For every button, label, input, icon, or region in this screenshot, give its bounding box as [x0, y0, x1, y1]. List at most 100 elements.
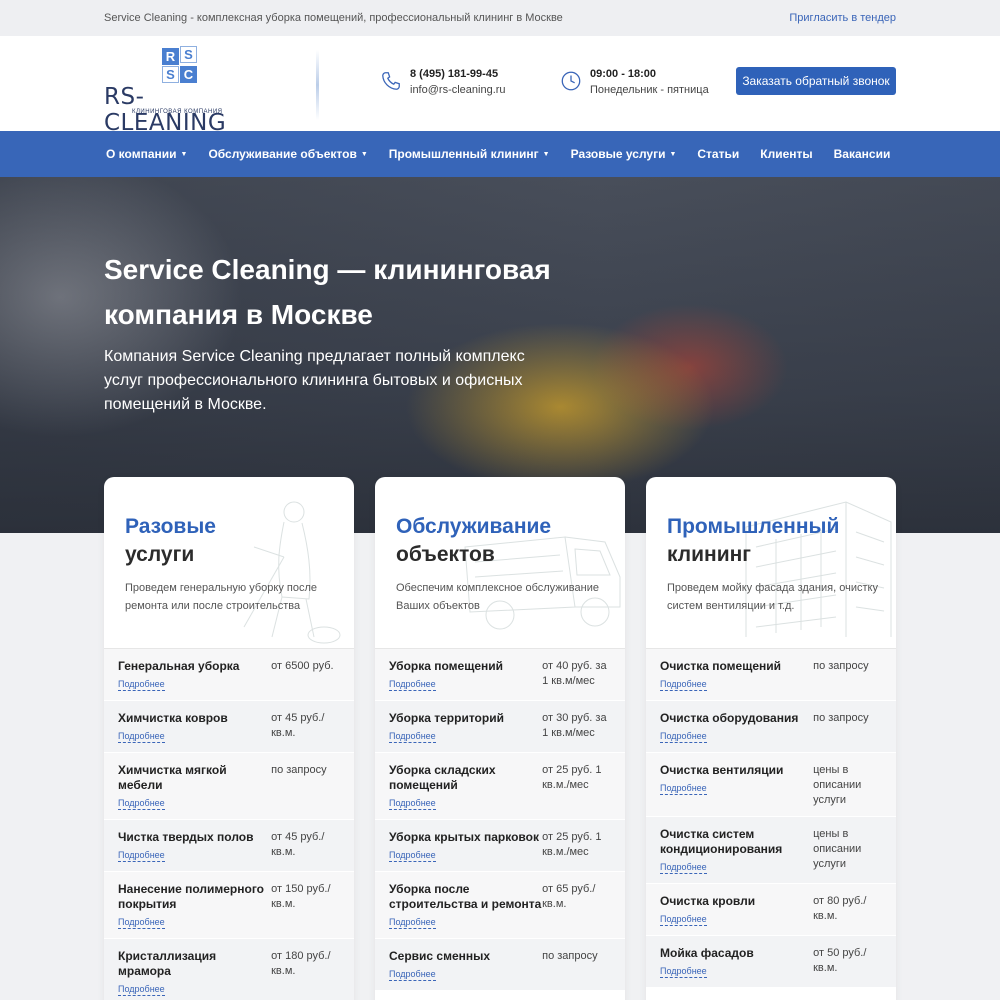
- service-name[interactable]: Очистка помещений: [660, 659, 813, 674]
- card-title[interactable]: Обслуживание объектов: [396, 513, 551, 569]
- nav-item-label: Клиенты: [760, 147, 813, 161]
- service-row: Очистка оборудования Подробнее по запросу: [646, 701, 896, 753]
- card-title[interactable]: Разовые услуги: [125, 513, 216, 569]
- nav-item[interactable]: О компании ▼: [106, 147, 187, 161]
- card-title-line2: клининг: [667, 543, 752, 566]
- email-link[interactable]: info@rs-cleaning.ru: [410, 84, 506, 96]
- more-link[interactable]: Подробнее: [660, 783, 707, 795]
- service-row: Сервис сменных Подробнее по запросу: [375, 939, 625, 991]
- card-title-line1: Разовые: [125, 515, 216, 538]
- card-header: Промышленный клининг Проведем мойку фасада…: [646, 477, 896, 649]
- more-link[interactable]: Подробнее: [389, 969, 436, 981]
- service-name[interactable]: Уборка складских помещений: [389, 763, 542, 793]
- service-name[interactable]: Уборка помещений: [389, 659, 542, 674]
- callback-button[interactable]: Заказать обратный звонок: [736, 67, 896, 95]
- service-card: Промышленный клининг Проведем мойку фасада…: [646, 477, 896, 1000]
- header-divider: [316, 50, 319, 120]
- service-name[interactable]: Уборка территорий: [389, 711, 542, 726]
- tender-link[interactable]: Пригласить в тендер: [789, 12, 896, 24]
- service-price: от 65 руб./кв.м.: [542, 883, 596, 910]
- service-name[interactable]: Чистка твердых полов: [118, 830, 271, 845]
- more-link[interactable]: Подробнее: [660, 679, 707, 691]
- service-name[interactable]: Сервис сменных: [389, 949, 542, 964]
- logo-subtitle: КЛИНИНГОВАЯ КОМПАНИЯ: [132, 109, 223, 115]
- phone-number[interactable]: 8 (495) 181-99-45: [410, 68, 506, 80]
- more-link[interactable]: Подробнее: [118, 798, 165, 810]
- working-hours: 09:00 - 18:00: [590, 68, 657, 80]
- more-link[interactable]: Подробнее: [389, 798, 436, 810]
- service-price: от 80 руб./кв.м.: [813, 895, 867, 922]
- service-price: от 30 руб. за 1 кв.м/мес: [542, 712, 607, 739]
- nav-item[interactable]: Клиенты: [760, 147, 812, 161]
- card-title[interactable]: Промышленный клининг: [667, 513, 839, 569]
- service-name[interactable]: Химчистка ковров: [118, 711, 271, 726]
- service-name[interactable]: Уборка крытых парковок: [389, 830, 542, 845]
- service-row: Генеральная уборка Подробнее от 6500 руб.: [104, 649, 354, 701]
- service-price: от 40 руб. за 1 кв.м/мес: [542, 660, 607, 687]
- service-price: от 25 руб. 1 кв.м./мес: [542, 831, 602, 858]
- service-name[interactable]: Очистка вентиляции: [660, 763, 813, 778]
- service-row: Уборка складских помещений Подробнее от 25…: [375, 753, 625, 820]
- nav-item[interactable]: Вакансии: [834, 147, 891, 161]
- nav-item[interactable]: Промышленный клининг ▼: [389, 147, 550, 161]
- more-link[interactable]: Подробнее: [118, 731, 165, 743]
- card-header: Разовые услуги Проведем генеральную уборку…: [104, 477, 354, 649]
- service-price: по запросу: [542, 950, 598, 962]
- service-row: Уборка после строительства и ремонта Подр…: [375, 872, 625, 939]
- service-row: Уборка территорий Подробнее от 30 руб. за …: [375, 701, 625, 753]
- service-price: по запросу: [813, 712, 869, 724]
- service-row: Уборка крытых парковок Подробнее от 25 руб…: [375, 820, 625, 872]
- more-link[interactable]: Подробнее: [660, 914, 707, 926]
- service-price: от 6500 руб.: [271, 660, 334, 672]
- service-name[interactable]: Очистка систем кондиционирования: [660, 827, 813, 857]
- service-name[interactable]: Уборка после строительства и ремонта: [389, 882, 542, 912]
- nav-item[interactable]: Статьи: [697, 147, 739, 161]
- card-title-line2: услуги: [125, 543, 195, 566]
- more-link[interactable]: Подробнее: [660, 966, 707, 978]
- service-row: Химчистка ковров Подробнее от 45 руб./кв.м…: [104, 701, 354, 753]
- card-title-line1: Обслуживание: [396, 515, 552, 538]
- more-link[interactable]: Подробнее: [389, 679, 436, 691]
- service-name[interactable]: Кристаллизация мрамора: [118, 949, 271, 979]
- service-row: Нанесение полимерного покрытия Подробнее о…: [104, 872, 354, 939]
- more-link[interactable]: Подробнее: [660, 731, 707, 743]
- nav-item[interactable]: Обслуживание объектов ▼: [208, 147, 367, 161]
- service-row: Очистка помещений Подробнее по запросу: [646, 649, 896, 701]
- more-link[interactable]: Подробнее: [389, 850, 436, 862]
- working-days: Понедельник - пятница: [590, 84, 709, 96]
- service-name[interactable]: Генеральная уборка: [118, 659, 271, 674]
- hero-title: Service Cleaning — клининговая компания …: [104, 254, 551, 330]
- nav-item[interactable]: Разовые услуги ▼: [571, 147, 677, 161]
- nav-item-label: О компании: [106, 147, 177, 161]
- card-description: Проведем мойку фасада здания, очистку си…: [667, 582, 878, 612]
- logo-letter: R: [162, 48, 179, 65]
- service-price: от 45 руб./кв.м.: [271, 712, 325, 739]
- more-link[interactable]: Подробнее: [660, 862, 707, 874]
- more-link[interactable]: Подробнее: [118, 850, 165, 862]
- service-name[interactable]: Мойка фасадов: [660, 946, 813, 961]
- service-row: Очистка кровли Подробнее от 80 руб./кв.м.: [646, 884, 896, 936]
- service-price: по запросу: [271, 764, 327, 776]
- service-card: Обслуживание объектов Обеспечим комплексно…: [375, 477, 625, 1000]
- service-price: от 45 руб./кв.м.: [271, 831, 325, 858]
- service-name[interactable]: Очистка оборудования: [660, 711, 813, 726]
- service-price: от 150 руб./кв.м.: [271, 883, 331, 910]
- more-link[interactable]: Подробнее: [118, 984, 165, 996]
- caret-down-icon: ▼: [542, 150, 550, 158]
- logo-letter: S: [162, 66, 179, 83]
- caret-down-icon: ▼: [360, 150, 368, 158]
- more-link[interactable]: Подробнее: [389, 917, 436, 929]
- phone-contact: 8 (495) 181-99-45 info@rs-cleaning.ru: [380, 68, 506, 96]
- service-name[interactable]: Очистка кровли: [660, 894, 813, 909]
- topbar-tagline: Service Cleaning - комплексная уборка по…: [104, 12, 563, 24]
- more-link[interactable]: Подробнее: [118, 679, 165, 691]
- card-description: Обеспечим комплексное обслуживание Ваших…: [396, 582, 599, 612]
- logo[interactable]: R S S C RS-CLEANING КЛИНИНГОВАЯ КОМПАНИЯ: [104, 46, 254, 136]
- service-row: Кристаллизация мрамора Подробнее от 180 ру…: [104, 939, 354, 1000]
- service-row: Химчистка мягкой мебели Подробнее по запро…: [104, 753, 354, 820]
- service-name[interactable]: Химчистка мягкой мебели: [118, 763, 271, 793]
- phone-icon: [382, 72, 400, 90]
- more-link[interactable]: Подробнее: [389, 731, 436, 743]
- service-name[interactable]: Нанесение полимерного покрытия: [118, 882, 271, 912]
- more-link[interactable]: Подробнее: [118, 917, 165, 929]
